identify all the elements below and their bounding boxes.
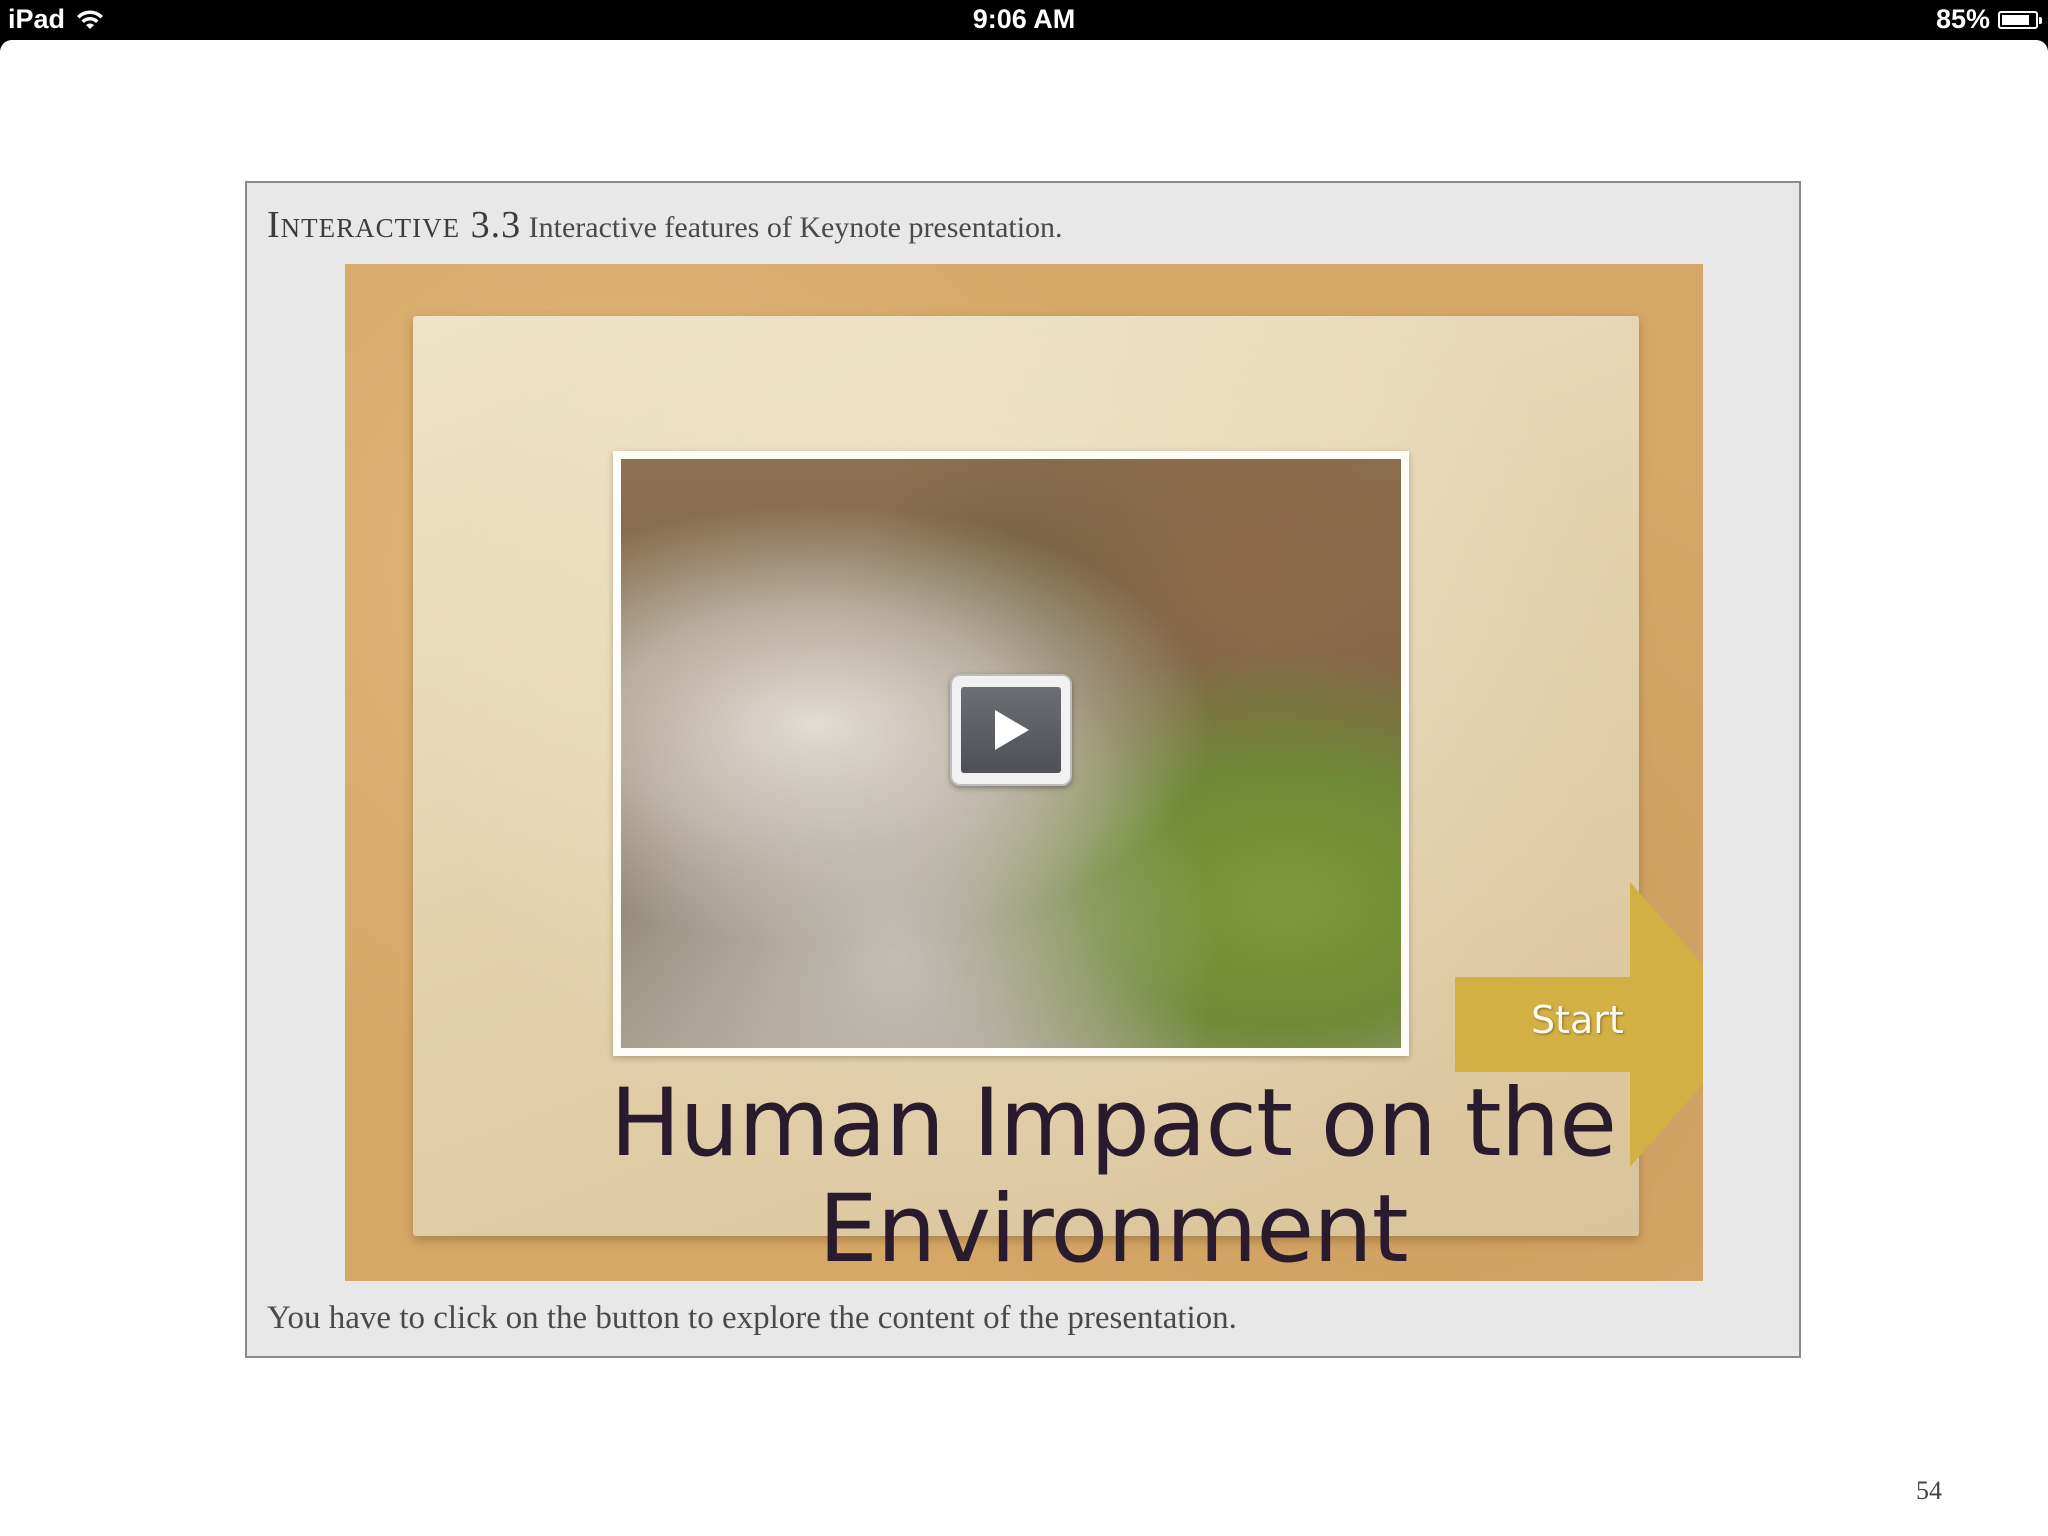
battery-percent: 85% (1935, 4, 1990, 34)
play-icon (995, 709, 1029, 750)
play-button[interactable] (950, 673, 1072, 786)
clock: 9:06 AM (972, 4, 1076, 34)
status-right: 85% (1935, 4, 2042, 35)
battery-fill (2002, 14, 2030, 25)
video-thumbnail[interactable] (621, 459, 1401, 1048)
interactive-figure: Interactive 3.3 Interactive features of … (245, 181, 1801, 1358)
paper-background: Start Human Impact on the Environment (413, 316, 1703, 1281)
figure-label: Interactive 3.3 (267, 204, 522, 246)
play-button-face (961, 686, 1061, 773)
figure-caption-text: Interactive features of Keynote presenta… (528, 211, 1063, 244)
figure-caption: Interactive 3.3 Interactive features of … (267, 203, 1063, 247)
battery-icon (1998, 10, 2042, 29)
status-bar: iPad 9:06 AM 85% (0, 0, 2048, 40)
slide-title: Human Impact on the Environment (609, 1069, 1617, 1282)
figure-footnote: You have to click on the button to explo… (267, 1300, 1237, 1336)
video-player[interactable] (613, 451, 1409, 1056)
start-button-label[interactable]: Start (1531, 998, 1624, 1042)
book-page: Interactive 3.3 Interactive features of … (0, 40, 2048, 1536)
keynote-slide[interactable]: Start Human Impact on the Environment (345, 264, 1703, 1281)
page-number: 54 (1916, 1476, 1942, 1505)
